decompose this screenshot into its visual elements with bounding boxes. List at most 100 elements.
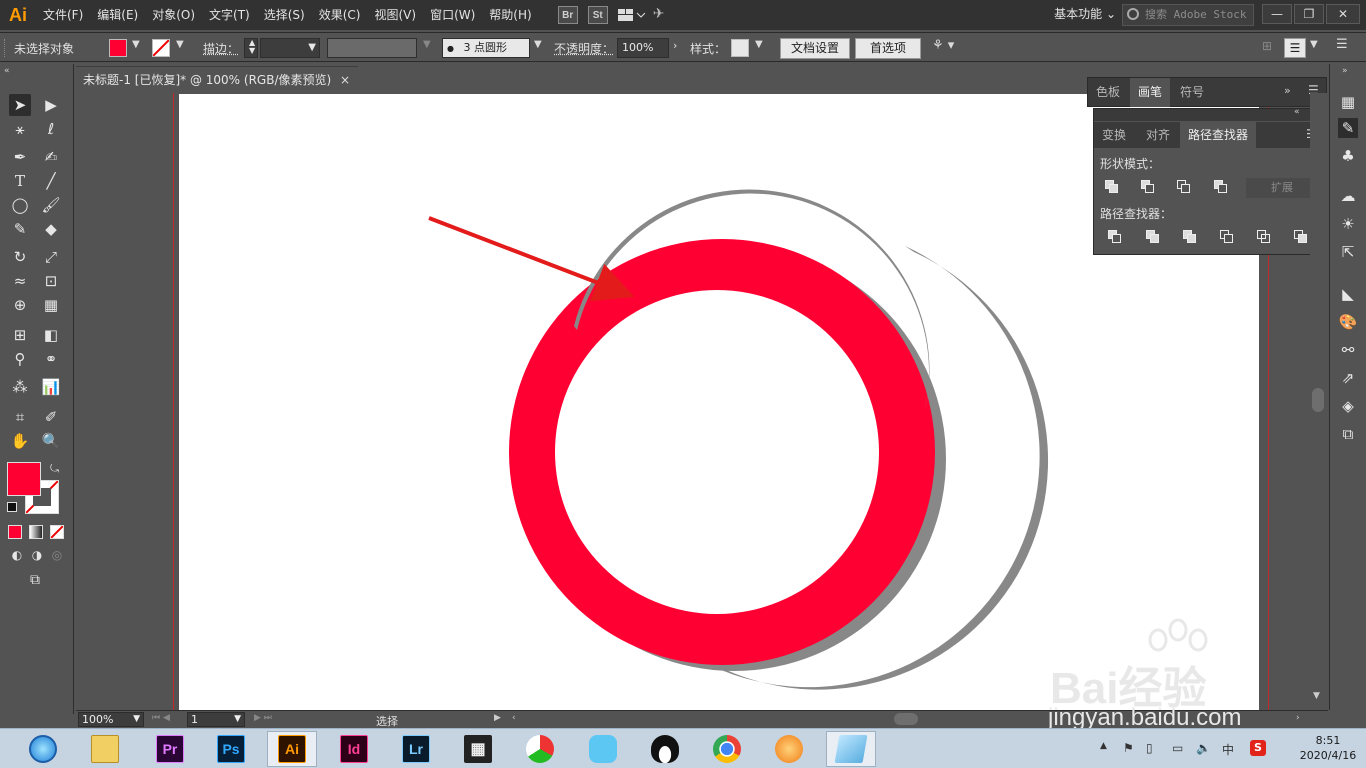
menu-effect[interactable]: 效果(C): [312, 0, 368, 30]
swap-fill-stroke-icon[interactable]: ⤿: [50, 462, 59, 476]
profile-dropdown-icon[interactable]: ▼: [423, 39, 431, 50]
fill-color-box[interactable]: [7, 462, 41, 496]
libraries-dock-icon[interactable]: ☁: [1338, 186, 1358, 206]
panel-options-icon[interactable]: ☰: [1336, 37, 1348, 52]
opacity-arrow-icon[interactable]: ›: [673, 39, 677, 52]
photoshop-taskbar[interactable]: Ps: [206, 731, 256, 767]
gradient-tool-icon[interactable]: ◧: [40, 324, 62, 346]
trim-icon[interactable]: [1146, 230, 1160, 244]
tab-transform[interactable]: 变换: [1094, 122, 1134, 148]
shape-builder-tool-icon[interactable]: ⊕: [9, 294, 31, 316]
color-dock-icon[interactable]: 🎨: [1338, 312, 1358, 332]
menu-window[interactable]: 窗口(W): [423, 0, 482, 30]
column-graph-tool-icon[interactable]: 📊: [40, 376, 62, 398]
crop-icon[interactable]: [1220, 230, 1234, 244]
gpu-rocket-icon[interactable]: ✈: [653, 6, 677, 24]
exclude-icon[interactable]: [1214, 180, 1228, 194]
none-mode-button[interactable]: [50, 525, 64, 539]
outline-icon[interactable]: [1257, 230, 1271, 244]
artboard-tool-icon[interactable]: ⌗: [9, 406, 31, 428]
scroll-left-icon[interactable]: ‹: [512, 713, 516, 723]
lightroom-taskbar[interactable]: Lr: [391, 731, 441, 767]
stock-button[interactable]: St: [587, 6, 608, 24]
network-icon[interactable]: ▭: [1172, 741, 1183, 755]
arrange-documents-icon[interactable]: [617, 6, 645, 24]
menu-type[interactable]: 文字(T): [202, 0, 257, 30]
draw-inside-icon[interactable]: ◎: [46, 544, 68, 566]
document-setup-button[interactable]: 文档设置: [780, 38, 850, 59]
first-artboard-icon[interactable]: ⏮ ◀: [152, 713, 170, 723]
mesh-tool-icon[interactable]: ⊞: [9, 324, 31, 346]
type-tool-icon[interactable]: T: [9, 170, 31, 192]
align-options-icon[interactable]: ⊞: [1262, 39, 1272, 53]
slice-tool-icon[interactable]: ✐: [40, 406, 62, 428]
stroke-swatch[interactable]: [152, 39, 170, 57]
minus-back-icon[interactable]: [1294, 230, 1308, 244]
tab-pathfinder[interactable]: 路径查找器: [1180, 122, 1257, 148]
symbols-dock-icon[interactable]: ♣: [1338, 146, 1358, 166]
puppet-warp-icon[interactable]: ⚘ ▾: [932, 38, 954, 53]
eraser-tool-icon[interactable]: ◆: [40, 218, 62, 240]
menu-file[interactable]: 文件(F): [36, 0, 90, 30]
opacity-label[interactable]: 不透明度：: [554, 40, 614, 57]
appearance-dock-icon[interactable]: ☀: [1338, 214, 1358, 234]
volume-icon[interactable]: 🔈: [1196, 741, 1211, 755]
tray-expand-icon[interactable]: ▲: [1100, 741, 1107, 751]
artboards-dock-icon[interactable]: ⧉: [1338, 424, 1358, 444]
menu-select[interactable]: 选择(S): [257, 0, 312, 30]
eyedropper-tool-icon[interactable]: ⚲: [9, 348, 31, 370]
variable-width-profile[interactable]: [327, 38, 417, 58]
stroke-label[interactable]: 描边：: [203, 40, 239, 57]
links-dock-icon[interactable]: ⚯: [1338, 340, 1358, 360]
symbol-sprayer-tool-icon[interactable]: ⁂: [9, 376, 31, 398]
expand-dock-icon[interactable]: »: [1342, 66, 1348, 76]
layers-dock-icon[interactable]: ◈: [1338, 396, 1358, 416]
notepad-taskbar[interactable]: [826, 731, 876, 767]
scale-tool-icon[interactable]: ⤢: [40, 246, 62, 268]
qq-taskbar[interactable]: [640, 731, 690, 767]
battery-icon[interactable]: ▯: [1146, 741, 1153, 755]
opacity-field[interactable]: 100%: [617, 38, 669, 58]
brush-definition-field[interactable]: ● 3 点圆形: [442, 38, 530, 58]
menu-edit[interactable]: 编辑(E): [90, 0, 145, 30]
tab-align[interactable]: 对齐: [1138, 122, 1178, 148]
curvature-tool-icon[interactable]: ✍: [40, 146, 62, 168]
zoom-tool-icon[interactable]: 🔍: [40, 430, 62, 452]
vertical-scroll-thumb[interactable]: [1312, 388, 1324, 412]
indesign-taskbar[interactable]: Id: [329, 731, 379, 767]
system-clock[interactable]: 8:51 2020/4/16: [1295, 733, 1361, 763]
merge-icon[interactable]: [1183, 230, 1197, 244]
illustrator-taskbar[interactable]: Ai: [267, 731, 317, 767]
network-flag-icon[interactable]: ⚑: [1123, 741, 1134, 755]
search-input[interactable]: 搜索 Adobe Stock: [1122, 4, 1254, 26]
artboard-number-field[interactable]: 1 ▼: [187, 712, 245, 727]
graphic-style-swatch[interactable]: [731, 39, 749, 57]
bridge-button[interactable]: Br: [557, 6, 578, 24]
width-tool-icon[interactable]: ≈: [9, 270, 31, 292]
style-dropdown-icon[interactable]: ▼: [755, 39, 763, 50]
default-fill-stroke-icon[interactable]: [7, 502, 17, 512]
chrome-taskbar[interactable]: [702, 731, 752, 767]
zoom-level-field[interactable]: 100% ▼: [78, 712, 144, 727]
minus-front-icon[interactable]: [1141, 180, 1155, 194]
line-segment-tool-icon[interactable]: ╱: [40, 170, 62, 192]
expand-button[interactable]: 扩展: [1246, 178, 1318, 198]
stroke-dropdown-icon[interactable]: ▼: [176, 39, 184, 50]
swatches-dock-icon[interactable]: ▦: [1338, 92, 1358, 112]
preferences-button[interactable]: 首选项: [855, 38, 921, 59]
divide-icon[interactable]: [1108, 230, 1122, 244]
video-editor-taskbar[interactable]: ▦: [453, 731, 503, 767]
perspective-grid-tool-icon[interactable]: ▦: [40, 294, 62, 316]
selection-tool-icon[interactable]: ➤: [9, 94, 31, 116]
status-menu-icon[interactable]: ▶: [494, 713, 501, 723]
tab-swatches[interactable]: 色板: [1088, 78, 1128, 107]
hand-tool-icon[interactable]: ✋: [9, 430, 31, 452]
magic-wand-tool-icon[interactable]: ⚹: [9, 118, 31, 140]
fill-swatch[interactable]: [109, 39, 127, 57]
fill-dropdown-icon[interactable]: ▼: [132, 39, 140, 50]
draw-behind-icon[interactable]: ◑: [26, 544, 48, 566]
control-panel-menu-icon[interactable]: ☰: [1284, 38, 1306, 58]
blend-tool-icon[interactable]: ⚭: [40, 348, 62, 370]
tab-symbols[interactable]: 符号: [1172, 78, 1212, 107]
menu-object[interactable]: 对象(O): [145, 0, 202, 30]
